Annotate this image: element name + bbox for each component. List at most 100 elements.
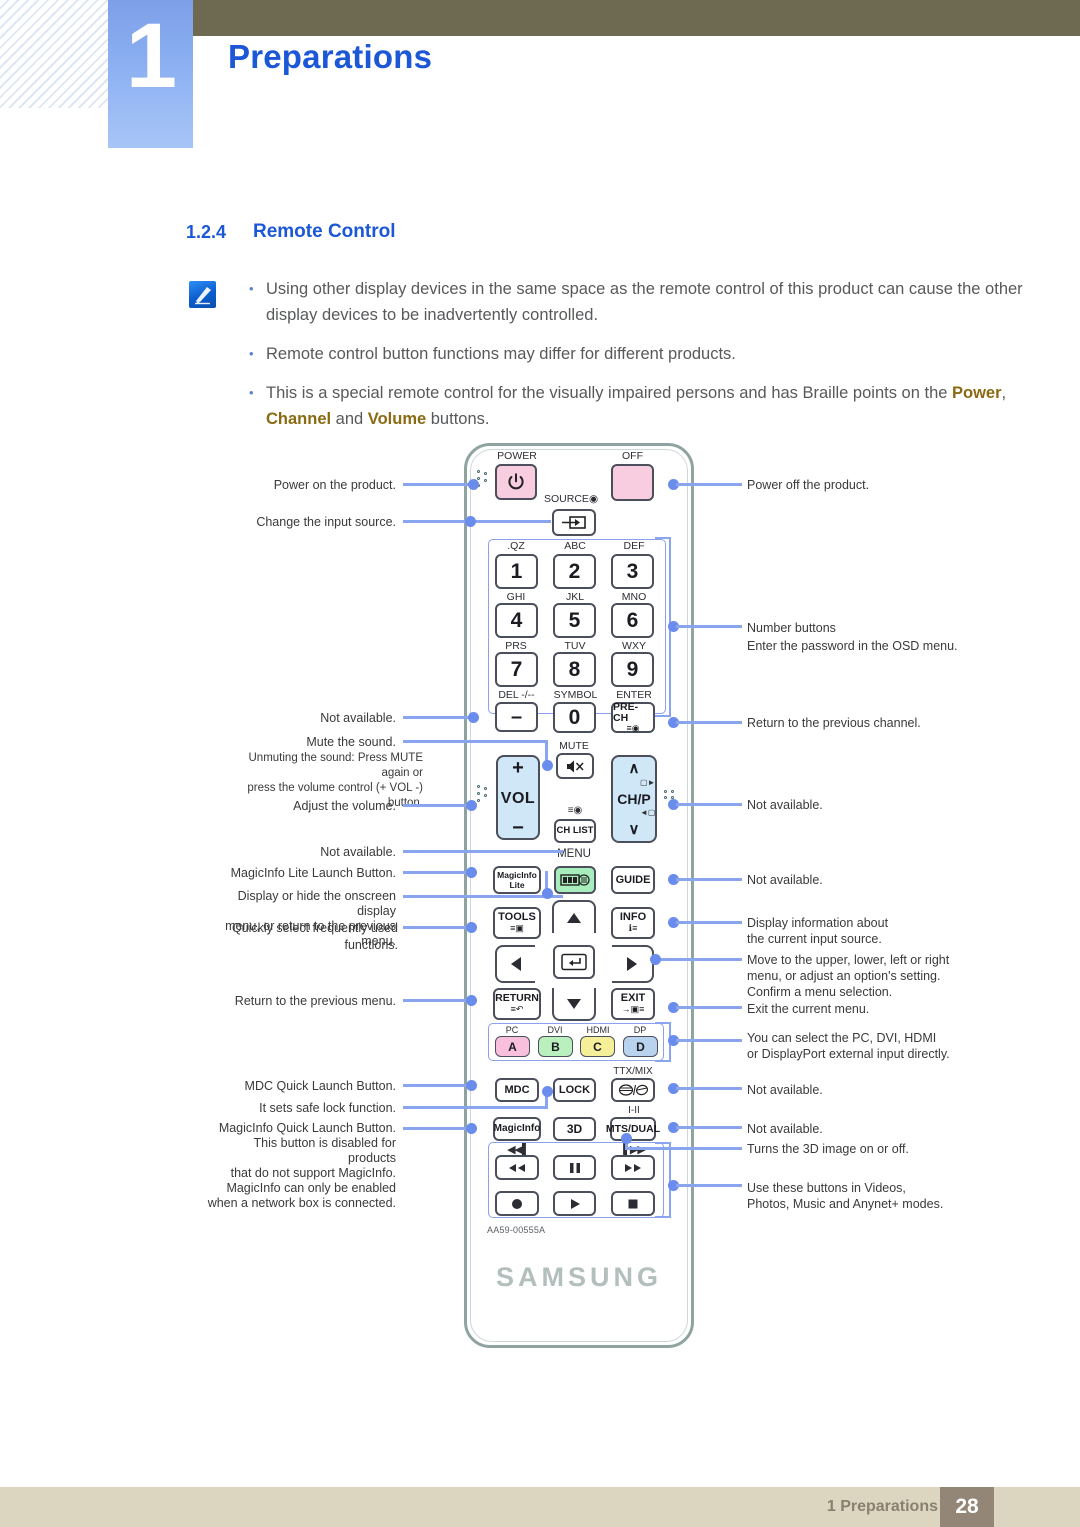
key-7-button[interactable]: 7 <box>495 652 538 687</box>
key-4-button[interactable]: 4 <box>495 603 538 638</box>
record-button[interactable] <box>495 1191 539 1216</box>
fast-forward-button[interactable] <box>611 1155 655 1180</box>
callout-left-mute: Mute the sound. <box>306 735 396 749</box>
magicinfo-button[interactable]: MagicInfo <box>493 1117 541 1141</box>
callout-left-mdc: MDC Quick Launch Button. <box>244 1079 396 1093</box>
callout-line <box>403 740 548 743</box>
note-bullet-text: Using other display devices in the same … <box>266 280 1023 324</box>
volume-rocker-button[interactable]: + VOL − <box>496 755 540 840</box>
arrow-up-icon <box>567 912 581 923</box>
sw-b-label: DVI <box>547 1025 563 1035</box>
callout-line <box>403 1127 471 1130</box>
rewind-button[interactable] <box>495 1155 539 1180</box>
ttx-mix-label: TTX/MIX <box>613 1066 653 1077</box>
return-button[interactable]: RETURN ≡↶ <box>493 988 541 1020</box>
callout-line <box>403 895 563 898</box>
callout-line <box>676 1087 742 1090</box>
key3-alpha-label: DEF <box>623 540 645 552</box>
callout-right-dpad: Move to the upper, lower, left or right m… <box>747 953 950 999</box>
callout-line <box>656 958 742 961</box>
stop-button[interactable] <box>611 1191 655 1216</box>
source-button[interactable] <box>552 509 596 536</box>
guide-button[interactable]: GUIDE <box>611 866 655 894</box>
callout-line <box>676 625 742 628</box>
callout-line <box>403 483 471 486</box>
color-b-button[interactable]: B <box>538 1036 573 1057</box>
color-a-button[interactable]: A <box>495 1036 530 1057</box>
three-d-button[interactable]: 3D <box>553 1117 596 1141</box>
rewind-icon <box>509 1163 525 1172</box>
model-code: AA59-00555A <box>487 1225 546 1235</box>
source-label: SOURCE◉ <box>544 493 604 505</box>
play-button[interactable] <box>553 1191 596 1216</box>
power-button[interactable] <box>495 464 537 500</box>
channel-up-icon[interactable]: ∧ <box>629 761 640 776</box>
callout-left-power-on: Power on the product. <box>273 478 396 492</box>
note-bullet-text-rich: This is a special remote control for the… <box>266 380 1034 432</box>
footer-page-box: 28 <box>940 1487 994 1527</box>
color-c-button[interactable]: C <box>580 1036 615 1057</box>
play-icon <box>570 1198 580 1209</box>
key-9-button[interactable]: 9 <box>611 652 654 687</box>
callout-line <box>625 1147 742 1150</box>
enter-center-button[interactable] <box>553 945 595 979</box>
mute-button[interactable] <box>556 753 594 779</box>
dpad-left-button[interactable] <box>495 945 535 983</box>
mdc-button[interactable]: MDC <box>495 1078 539 1102</box>
power-label: POWER <box>497 450 537 462</box>
key-5-button[interactable]: 5 <box>553 603 596 638</box>
pre-ch-button[interactable]: PRE-CH ≡◉ <box>611 702 655 733</box>
key-6-button[interactable]: 6 <box>611 603 654 638</box>
channel-up-osd-icon: ▢► <box>640 778 656 787</box>
callout-dot <box>466 867 477 878</box>
callout-line <box>403 999 471 1002</box>
channel-label: CH/P <box>617 791 651 807</box>
key-3-button[interactable]: 3 <box>611 554 654 589</box>
color-d-button[interactable]: D <box>623 1036 658 1057</box>
ttx-mix-button[interactable] <box>611 1078 655 1102</box>
plain-text: and <box>331 410 368 428</box>
pre-ch-label: PRE-CH <box>613 701 639 724</box>
callout-dot <box>542 888 553 899</box>
key-1-button[interactable]: 1 <box>495 554 538 589</box>
footer-page-number: 28 <box>955 1495 979 1518</box>
volume-up-icon[interactable]: + <box>512 758 524 778</box>
ch-list-button[interactable]: CH LIST <box>554 819 596 843</box>
callout-right-3d: Turns the 3D image on or off. <box>747 1142 909 1156</box>
menu-button[interactable] <box>554 866 596 894</box>
tools-button[interactable]: TOOLS ≡▣ <box>493 907 541 939</box>
del-button[interactable]: – <box>495 702 538 732</box>
key7-alpha-label: PRS <box>505 640 527 652</box>
pause-button[interactable] <box>553 1155 596 1180</box>
key-2-button[interactable]: 2 <box>553 554 596 589</box>
mts-dual-button[interactable]: MTS/DUAL <box>606 1117 660 1141</box>
callout-line <box>676 1006 742 1009</box>
dpad-right-button[interactable] <box>612 945 654 983</box>
key-8-button[interactable]: 8 <box>553 652 596 687</box>
callout-dot <box>466 922 477 933</box>
stop-icon <box>628 1199 638 1208</box>
callout-line <box>676 921 742 924</box>
callout-left-lock: It sets safe lock function. <box>259 1101 396 1115</box>
callout-dot <box>542 760 553 771</box>
braille-dots-volume <box>477 785 493 807</box>
volume-down-icon[interactable]: − <box>512 818 524 838</box>
bullet-marker: • <box>249 385 254 400</box>
key-0-button[interactable]: 0 <box>553 702 596 733</box>
bold-term: Volume <box>367 410 427 428</box>
magicinfo-lite-button[interactable]: MagicInfo Lite <box>493 866 541 894</box>
dpad-up-button[interactable] <box>552 900 596 933</box>
lock-button[interactable]: LOCK <box>553 1078 596 1102</box>
channel-down-icon[interactable]: ∨ <box>629 822 640 837</box>
callout-right-media: Use these buttons in Videos, Photos, Musi… <box>747 1181 944 1211</box>
callout-left-magicinfo: MagicInfo Quick Launch Button. This butto… <box>207 1121 396 1210</box>
info-button[interactable]: INFO ℹ≡ <box>611 907 655 939</box>
channel-rocker-button[interactable]: ∧ CH/P ∨ <box>611 755 657 843</box>
off-button[interactable] <box>611 464 654 501</box>
callout-line <box>403 1106 548 1109</box>
key4-alpha-label: GHI <box>506 591 526 603</box>
callout-left-magicinfo-lite: MagicInfo Lite Launch Button. <box>230 866 396 880</box>
dpad-down-button[interactable] <box>552 988 596 1021</box>
enter-label: ENTER <box>616 689 652 701</box>
exit-button[interactable]: EXIT →▣≡ <box>611 988 655 1020</box>
